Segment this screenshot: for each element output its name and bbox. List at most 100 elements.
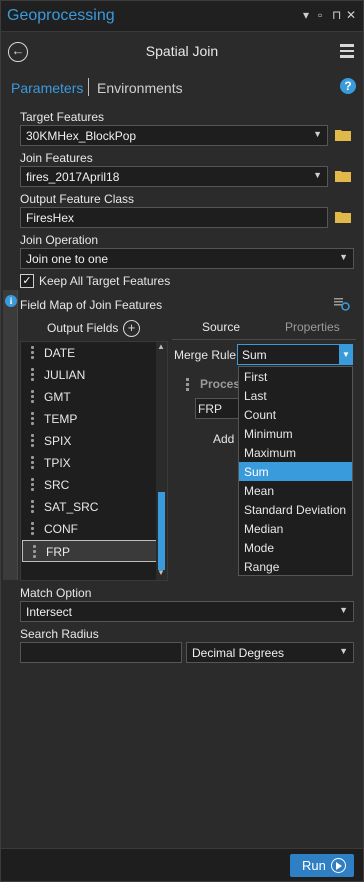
output-fields-list[interactable]: DATE JULIAN GMT TEMP SPIX TPIX SRC SAT_SRC CONF F… <box>20 341 168 581</box>
scroll-up-icon[interactable]: ▲ <box>157 342 165 351</box>
drag-handle-icon[interactable] <box>31 368 34 383</box>
field-row[interactable]: TEMP <box>21 408 157 430</box>
drag-handle-icon[interactable] <box>31 412 34 427</box>
drag-handle-icon[interactable] <box>31 478 34 493</box>
tab-environments[interactable]: Environments <box>97 80 183 96</box>
merge-rule-option[interactable]: Median <box>239 519 352 538</box>
folder-icon[interactable] <box>335 129 351 141</box>
drag-handle-icon[interactable] <box>31 522 34 537</box>
join-features-dropdown[interactable]: fires_2017April18 ▼ <box>20 166 328 187</box>
run-label: Run <box>302 858 326 873</box>
drag-handle-icon[interactable] <box>31 390 34 405</box>
target-features-label: Target Features <box>20 110 105 124</box>
chevron-down-icon: ▼ <box>313 129 322 139</box>
search-radius-units-value: Decimal Degrees <box>192 646 285 660</box>
chevron-down-icon: ▼ <box>339 646 348 656</box>
field-row[interactable]: SAT_SRC <box>21 496 157 518</box>
field-row[interactable]: TPIX <box>21 452 157 474</box>
field-name: DATE <box>44 346 76 360</box>
chevron-down-icon[interactable]: ▾ <box>303 8 309 22</box>
field-row[interactable]: GMT <box>21 386 157 408</box>
help-icon[interactable]: ? <box>340 78 356 94</box>
match-option-dropdown[interactable]: Intersect ▼ <box>20 601 354 622</box>
output-feature-class-input[interactable]: FiresHex <box>20 207 328 228</box>
run-button[interactable]: Run <box>290 854 354 877</box>
keep-all-label: Keep All Target Features <box>39 274 171 288</box>
merge-rule-option[interactable]: Mean <box>239 481 352 500</box>
merge-rule-option[interactable]: Maximum <box>239 443 352 462</box>
tool-title: Spatial Join <box>145 43 219 59</box>
merge-rule-option[interactable]: Mode <box>239 538 352 557</box>
chevron-down-icon: ▼ <box>339 605 348 615</box>
info-icon[interactable]: i <box>5 295 17 307</box>
process-label: Proces <box>200 377 241 391</box>
join-features-label: Join Features <box>20 151 93 165</box>
field-name: SRC <box>44 478 70 492</box>
tab-divider <box>88 78 89 96</box>
search-radius-units-dropdown[interactable]: Decimal Degrees ▼ <box>186 642 354 663</box>
merge-rule-dropdown[interactable]: Sum <box>237 344 353 365</box>
tab-parameters[interactable]: Parameters <box>11 80 83 96</box>
field-row[interactable]: FRP <box>22 540 157 562</box>
pin-icon[interactable]: ⊓ <box>332 8 341 22</box>
field-row[interactable]: CONF <box>21 518 157 540</box>
target-features-dropdown[interactable]: 30KMHex_BlockPop ▼ <box>20 125 328 146</box>
output-fields-label: Output Fields <box>47 321 119 335</box>
folder-icon[interactable] <box>335 170 351 182</box>
merge-rule-option[interactable]: Count <box>239 405 352 424</box>
field-name: TEMP <box>44 412 78 426</box>
merge-rule-option[interactable]: Sum <box>239 462 352 481</box>
merge-rule-option[interactable]: First <box>239 367 352 386</box>
match-option-value: Intersect <box>26 605 73 619</box>
close-icon[interactable]: ✕ <box>346 8 356 22</box>
field-row[interactable]: DATE <box>21 342 157 364</box>
play-icon <box>331 858 346 873</box>
source-field-input[interactable]: FRP <box>195 398 241 419</box>
tab-divider <box>172 339 356 340</box>
drag-handle-icon[interactable] <box>31 434 34 449</box>
field-map-reset-icon[interactable] <box>334 297 350 311</box>
scroll-down-icon[interactable]: ▼ <box>157 568 165 577</box>
field-name: JULIAN <box>44 368 86 382</box>
field-name: GMT <box>44 390 71 404</box>
window-title: Geoprocessing <box>7 7 115 24</box>
tab-source[interactable]: Source <box>202 320 240 334</box>
field-row[interactable]: SRC <box>21 474 157 496</box>
field-name: TPIX <box>44 456 71 470</box>
field-map-label: Field Map of Join Features <box>20 298 163 312</box>
merge-rule-option[interactable]: Minimum <box>239 424 352 443</box>
keep-all-checkbox[interactable]: ✓ <box>20 274 34 288</box>
add-field-icon[interactable]: + <box>123 320 140 337</box>
join-features-value: fires_2017April18 <box>26 170 120 184</box>
output-fields-scrollbar[interactable]: ▲ ▼ <box>156 342 167 580</box>
hamburger-menu-icon[interactable] <box>340 44 354 61</box>
field-row[interactable]: JULIAN <box>21 364 157 386</box>
merge-rule-value: Sum <box>242 348 267 362</box>
merge-rule-label: Merge Rule <box>174 348 237 362</box>
add-source-label[interactable]: Add <box>213 432 234 446</box>
drag-handle-icon[interactable] <box>31 456 34 471</box>
parameter-indicator-strip <box>3 290 18 580</box>
field-name: SAT_SRC <box>44 500 99 514</box>
drag-handle-icon[interactable] <box>31 500 34 515</box>
match-option-label: Match Option <box>20 586 92 600</box>
restore-icon[interactable]: ▫ <box>318 8 322 22</box>
merge-rule-option[interactable]: Last <box>239 386 352 405</box>
output-feature-class-label: Output Feature Class <box>20 192 135 206</box>
field-row[interactable]: SPIX <box>21 430 157 452</box>
search-radius-input[interactable] <box>20 642 182 663</box>
merge-rule-options-list[interactable]: First Last Count Minimum Maximum Sum Mean Stand… <box>238 366 353 576</box>
source-field-value: FRP <box>198 402 222 416</box>
tab-properties[interactable]: Properties <box>285 320 340 334</box>
chevron-down-icon[interactable]: ▼ <box>339 344 353 365</box>
drag-handle-icon[interactable] <box>186 378 189 393</box>
join-operation-dropdown[interactable]: Join one to one ▼ <box>20 248 354 269</box>
folder-icon[interactable] <box>335 211 351 223</box>
drag-handle-icon[interactable] <box>33 545 36 560</box>
window-titlebar: Geoprocessing ▾ ▫ ⊓ ✕ <box>0 0 364 32</box>
merge-rule-option[interactable]: Standard Deviation <box>239 500 352 519</box>
drag-handle-icon[interactable] <box>31 346 34 361</box>
scrollbar-thumb[interactable] <box>158 492 165 570</box>
merge-rule-option[interactable]: Range <box>239 557 352 576</box>
join-operation-value: Join one to one <box>26 252 109 266</box>
